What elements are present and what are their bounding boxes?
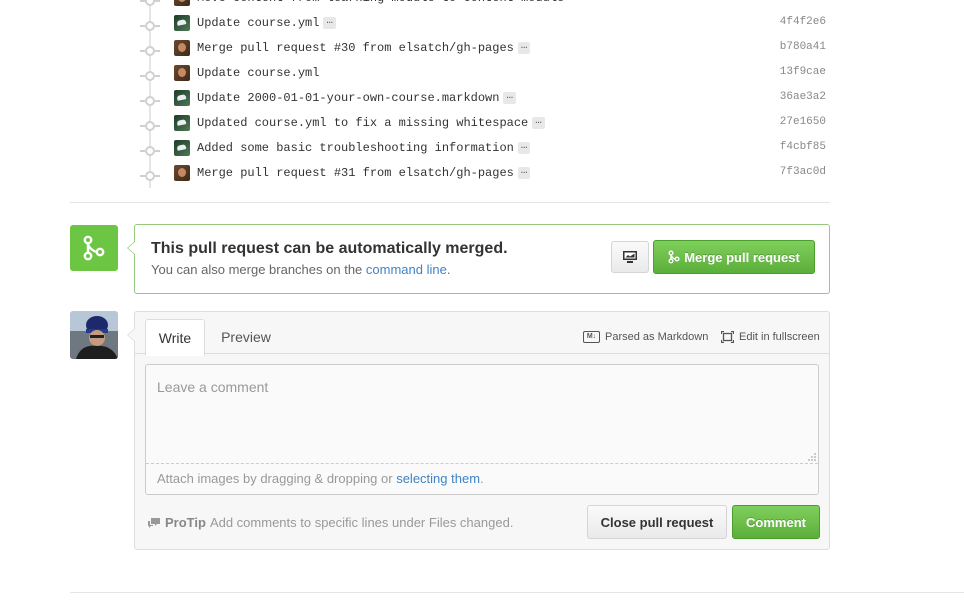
merge-status-subtitle: You can also merge branches on the comma… [151, 262, 450, 277]
open-in-desktop-button[interactable] [611, 241, 649, 273]
comment-form: Write Preview M↓ Parsed as Markdown Edit… [127, 311, 830, 550]
comment-bubble-icon [148, 517, 160, 528]
fullscreen-icon [721, 331, 734, 343]
resize-grip-icon[interactable] [807, 452, 817, 462]
commit-sha[interactable]: 36ae3a2 [780, 91, 826, 103]
merge-status-title: This pull request can be automatically m… [151, 240, 508, 257]
commit-author-avatar[interactable] [174, 40, 190, 56]
commit-row: Merge pull request #30 from elsatch/gh-p… [70, 38, 830, 63]
commit-author-avatar[interactable] [174, 15, 190, 31]
merge-panel: This pull request can be automatically m… [127, 224, 830, 294]
commit-dot-icon [140, 71, 160, 81]
commit-author-avatar[interactable] [174, 0, 190, 6]
commit-message-link[interactable]: Merge pull request #31 from elsatch/gh-p… [197, 166, 514, 180]
attach-text-end: . [480, 471, 484, 486]
merge-subtitle-end: . [446, 262, 451, 277]
expand-commit-button[interactable]: … [517, 40, 531, 54]
commit-author-avatar[interactable] [174, 140, 190, 156]
fullscreen-button[interactable]: Edit in fullscreen [721, 331, 820, 343]
commit-message: Update course.yml [197, 66, 319, 80]
expand-commit-button[interactable]: … [503, 90, 517, 104]
commit-message-link[interactable]: Update course.yml [197, 16, 319, 30]
commit-message: Update course.yml … [197, 15, 337, 30]
commit-dot-icon [140, 146, 160, 156]
expand-commit-button[interactable]: … [517, 165, 531, 179]
commit-message: Merge pull request #31 from elsatch/gh-p… [197, 165, 531, 180]
fullscreen-label: Edit in fullscreen [739, 331, 820, 343]
commit-sha[interactable]: 27e1650 [780, 116, 826, 128]
commit-dot-icon [140, 0, 160, 6]
page-divider [70, 592, 964, 593]
commit-dot-icon [140, 21, 160, 31]
commit-row: Updated course.yml to fix a missing whit… [70, 113, 830, 138]
markdown-help-link[interactable]: M↓ Parsed as Markdown [583, 331, 708, 343]
commit-sha[interactable]: 4f4f2e6 [780, 16, 826, 28]
markdown-label: Parsed as Markdown [605, 331, 709, 343]
commit-sha[interactable]: 13afb0d [780, 0, 826, 3]
commit-author-avatar[interactable] [174, 115, 190, 131]
commit-sha[interactable]: 7f3ac0d [780, 166, 826, 178]
avatar[interactable] [70, 311, 118, 359]
select-files-link[interactable]: selecting them [396, 471, 480, 486]
merge-button-label: Merge pull request [684, 249, 800, 265]
commit-message-link[interactable]: Move content from learning module to con… [197, 0, 564, 5]
close-pull-request-button[interactable]: Close pull request [587, 505, 727, 539]
commit-message-link[interactable]: Merge pull request #30 from elsatch/gh-p… [197, 41, 514, 55]
commit-sha[interactable]: f4cbf85 [780, 141, 826, 153]
desktop-icon [623, 251, 637, 263]
git-merge-icon [668, 250, 680, 264]
commit-row: Merge pull request #31 from elsatch/gh-p… [70, 163, 830, 188]
expand-commit-button[interactable]: … [532, 115, 545, 129]
commit-message: Merge pull request #30 from elsatch/gh-p… [197, 40, 531, 55]
commit-row: Update course.yml 13f9cae [70, 63, 830, 88]
comment-placeholder: Leave a comment [157, 379, 269, 395]
attach-images-hint: Attach images by dragging & dropping or … [157, 471, 484, 486]
commit-sha[interactable]: 13f9cae [780, 66, 826, 78]
image-drop-zone[interactable]: Attach images by dragging & dropping or … [146, 453, 818, 494]
commit-author-avatar[interactable] [174, 165, 190, 181]
commit-row: Added some basic troubleshooting informa… [70, 138, 830, 163]
commit-author-avatar[interactable] [174, 65, 190, 81]
merge-pull-request-button[interactable]: Merge pull request [653, 240, 815, 274]
commit-message: Update 2000-01-01-your-own-course.markdo… [197, 90, 517, 105]
commit-message: Move content from learning module to con… [197, 0, 564, 5]
commit-message-link[interactable]: Updated course.yml to fix a missing whit… [197, 116, 528, 130]
tab-write[interactable]: Write [145, 319, 205, 356]
expand-commit-button[interactable]: … [517, 140, 531, 154]
merge-subtitle-text: You can also merge branches on the [151, 262, 366, 277]
commit-message-link[interactable]: Added some basic troubleshooting informa… [197, 141, 514, 155]
commit-dot-icon [140, 121, 160, 131]
protip: ProTip Add comments to specific lines un… [147, 515, 513, 530]
commit-list: Move content from learning module to con… [70, 0, 830, 188]
merge-status-icon [70, 225, 118, 271]
git-merge-icon [83, 235, 105, 261]
commit-message-link[interactable]: Update course.yml [197, 66, 319, 80]
commit-row: Update course.yml … 4f4f2e6 [70, 13, 830, 38]
commit-message-link[interactable]: Update 2000-01-01-your-own-course.markdo… [197, 91, 499, 105]
commit-row: Move content from learning module to con… [70, 0, 830, 13]
commit-dot-icon [140, 171, 160, 181]
tab-preview[interactable]: Preview [213, 319, 279, 354]
commit-message: Updated course.yml to fix a missing whit… [197, 115, 545, 130]
command-line-link[interactable]: command line [366, 262, 447, 277]
expand-commit-button[interactable]: … [323, 15, 337, 29]
commit-dot-icon [140, 96, 160, 106]
commit-author-avatar[interactable] [174, 90, 190, 106]
section-divider [70, 202, 830, 203]
attach-text: Attach images by dragging & dropping or [157, 471, 397, 486]
protip-text: Add comments to specific lines under Fil… [209, 515, 514, 530]
commit-row: Update 2000-01-01-your-own-course.markdo… [70, 88, 830, 113]
markdown-icon: M↓ [583, 331, 600, 343]
commit-sha[interactable]: b780a41 [780, 41, 826, 53]
protip-label: ProTip [165, 515, 206, 530]
comment-button[interactable]: Comment [732, 505, 820, 539]
commit-message: Added some basic troubleshooting informa… [197, 140, 531, 155]
comment-textarea[interactable]: Leave a comment Attach images by draggin… [145, 364, 819, 495]
commit-dot-icon [140, 46, 160, 56]
user-photo [70, 311, 118, 359]
